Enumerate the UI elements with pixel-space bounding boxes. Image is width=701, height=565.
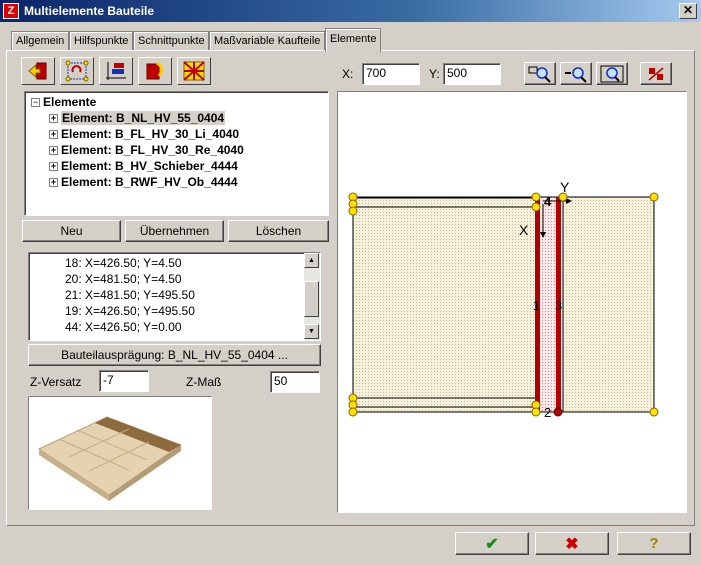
expand-icon[interactable]: + — [49, 162, 58, 172]
align-axes-icon — [106, 62, 126, 80]
y-input[interactable]: 500 — [443, 63, 501, 85]
points-list[interactable]: 18: X=426.50; Y=4.50 20: X=481.50; Y=4.5… — [28, 252, 321, 341]
tree-item[interactable]: + Element: B_HV_Schieber_4444 — [49, 158, 238, 174]
handle[interactable] — [649, 192, 659, 202]
scroll-thumb[interactable] — [304, 281, 319, 317]
list-item[interactable]: 44: X=426.50; Y=0.00 — [65, 319, 182, 335]
import-part-icon — [146, 61, 164, 80]
part-preview-image — [28, 396, 212, 510]
help-button[interactable]: ? — [617, 532, 691, 555]
close-button[interactable]: ✕ — [679, 3, 697, 19]
handle[interactable] — [531, 407, 541, 417]
left-panel-shape[interactable] — [352, 196, 538, 413]
zoom-in-icon — [528, 66, 551, 83]
drawing-canvas[interactable]: X Y 4 1 3 2 — [337, 91, 687, 513]
toggle-markers-button[interactable] — [640, 62, 672, 85]
tree-item[interactable]: + Element: B_RWF_HV_Ob_4444 — [49, 174, 238, 190]
tab-elemente[interactable]: Elemente — [325, 28, 381, 52]
right-panel-shape[interactable] — [562, 196, 655, 413]
scroll-down-icon[interactable]: ▼ — [304, 324, 319, 339]
bottom-rail-shape[interactable] — [352, 397, 538, 408]
tab-allgemein[interactable]: Allgemein — [11, 31, 69, 51]
list-item[interactable]: 19: X=426.50; Y=495.50 — [65, 303, 195, 319]
ok-button[interactable]: ✔ — [455, 532, 529, 555]
tree-item-label: Element: B_FL_HV_30_Re_4040 — [61, 143, 244, 157]
collapse-icon[interactable]: − — [31, 98, 40, 108]
tree-item-label: Element: B_NL_HV_55_0404 — [61, 111, 226, 125]
toggle-markers-icon — [648, 66, 664, 81]
x-input[interactable]: 700 — [362, 63, 420, 85]
grid-pattern-icon — [183, 61, 205, 81]
zoom-in-button[interactable] — [524, 62, 556, 85]
delete-button[interactable]: Löschen — [228, 220, 329, 242]
expand-icon[interactable]: + — [49, 178, 58, 188]
tree-item-label: Element: B_RWF_HV_Ob_4444 — [61, 175, 238, 189]
expand-icon[interactable]: + — [49, 130, 58, 140]
tree-root[interactable]: − Elemente — [31, 94, 96, 110]
marker-2: 2 — [544, 405, 551, 420]
tree-item[interactable]: + Element: B_FL_HV_30_Re_4040 — [49, 142, 244, 158]
title-bar: Z Multielemente Bauteile ✕ — [0, 0, 701, 22]
list-item[interactable]: 18: X=426.50; Y=4.50 — [65, 255, 182, 271]
window-title: Multielemente Bauteile — [24, 4, 155, 18]
tab-massvariable-kaufteile[interactable]: Maßvariable Kaufteile — [209, 31, 325, 51]
handle[interactable] — [649, 407, 659, 417]
variant-button[interactable]: Bauteilausprägung: B_NL_HV_55_0404 ... — [28, 344, 321, 366]
z-dim-input[interactable]: 50 — [270, 371, 320, 393]
y-axis-label: Y — [560, 179, 570, 195]
expand-icon[interactable]: + — [49, 114, 58, 124]
z-offset-label: Z-Versatz — [30, 375, 82, 389]
exit-door-icon — [28, 62, 47, 80]
x-label: X: — [342, 67, 354, 81]
handle[interactable] — [348, 407, 358, 417]
z-offset-input[interactable]: -7 — [99, 370, 149, 392]
tree-item-label: Element: B_FL_HV_30_Li_4040 — [61, 127, 240, 141]
scroll-up-icon[interactable]: ▲ — [304, 253, 319, 268]
apply-button[interactable]: Übernehmen — [125, 220, 224, 242]
zoom-fit-icon — [600, 65, 624, 82]
cancel-button[interactable]: ✖ — [535, 532, 609, 555]
zoom-out-button[interactable] — [560, 62, 592, 85]
points-scrollbar[interactable]: ▲ ▼ — [304, 253, 320, 340]
list-item[interactable]: 20: X=481.50; Y=4.50 — [65, 271, 182, 287]
expand-icon[interactable]: + — [49, 146, 58, 156]
rotate-element-button[interactable] — [60, 57, 94, 85]
tree-item-label: Element: B_HV_Schieber_4444 — [61, 159, 238, 173]
align-axes-button[interactable] — [99, 57, 133, 85]
y-label: Y: — [429, 67, 440, 81]
board-3d-icon — [37, 416, 183, 501]
exit-door-button[interactable] — [21, 57, 55, 85]
tree-item[interactable]: + Element: B_FL_HV_30_Li_4040 — [49, 126, 239, 142]
marker-3: 3 — [555, 298, 562, 313]
zoom-out-icon — [565, 66, 587, 83]
import-part-button[interactable] — [138, 57, 172, 85]
handle[interactable] — [553, 407, 563, 417]
marker-1: 1 — [533, 298, 540, 313]
grid-pattern-button[interactable] — [177, 57, 211, 85]
tree-root-label: Elemente — [43, 95, 97, 109]
handle[interactable] — [348, 206, 358, 216]
element-drawing[interactable]: X Y 4 1 3 2 — [338, 92, 686, 512]
tab-hilfspunkte[interactable]: Hilfspunkte — [69, 31, 133, 51]
tab-schnittpunkte[interactable]: Schnittpunkte — [133, 31, 209, 51]
handle[interactable] — [531, 192, 541, 202]
list-item[interactable]: 21: X=481.50; Y=495.50 — [65, 287, 195, 303]
new-button[interactable]: Neu — [22, 220, 121, 242]
app-logo-icon: Z — [3, 3, 19, 19]
element-tree[interactable]: − Elemente + Element: B_NL_HV_55_0404 + Ele… — [24, 91, 329, 216]
x-axis-label: X — [519, 222, 529, 238]
z-dim-label: Z-Maß — [186, 375, 222, 389]
top-rail-shape[interactable] — [352, 197, 538, 208]
zoom-fit-button[interactable] — [596, 62, 628, 85]
handle[interactable] — [531, 202, 541, 212]
marker-4: 4 — [544, 194, 552, 209]
rotate-element-icon — [65, 60, 89, 82]
tree-item[interactable]: + Element: B_NL_HV_55_0404 — [49, 110, 226, 126]
